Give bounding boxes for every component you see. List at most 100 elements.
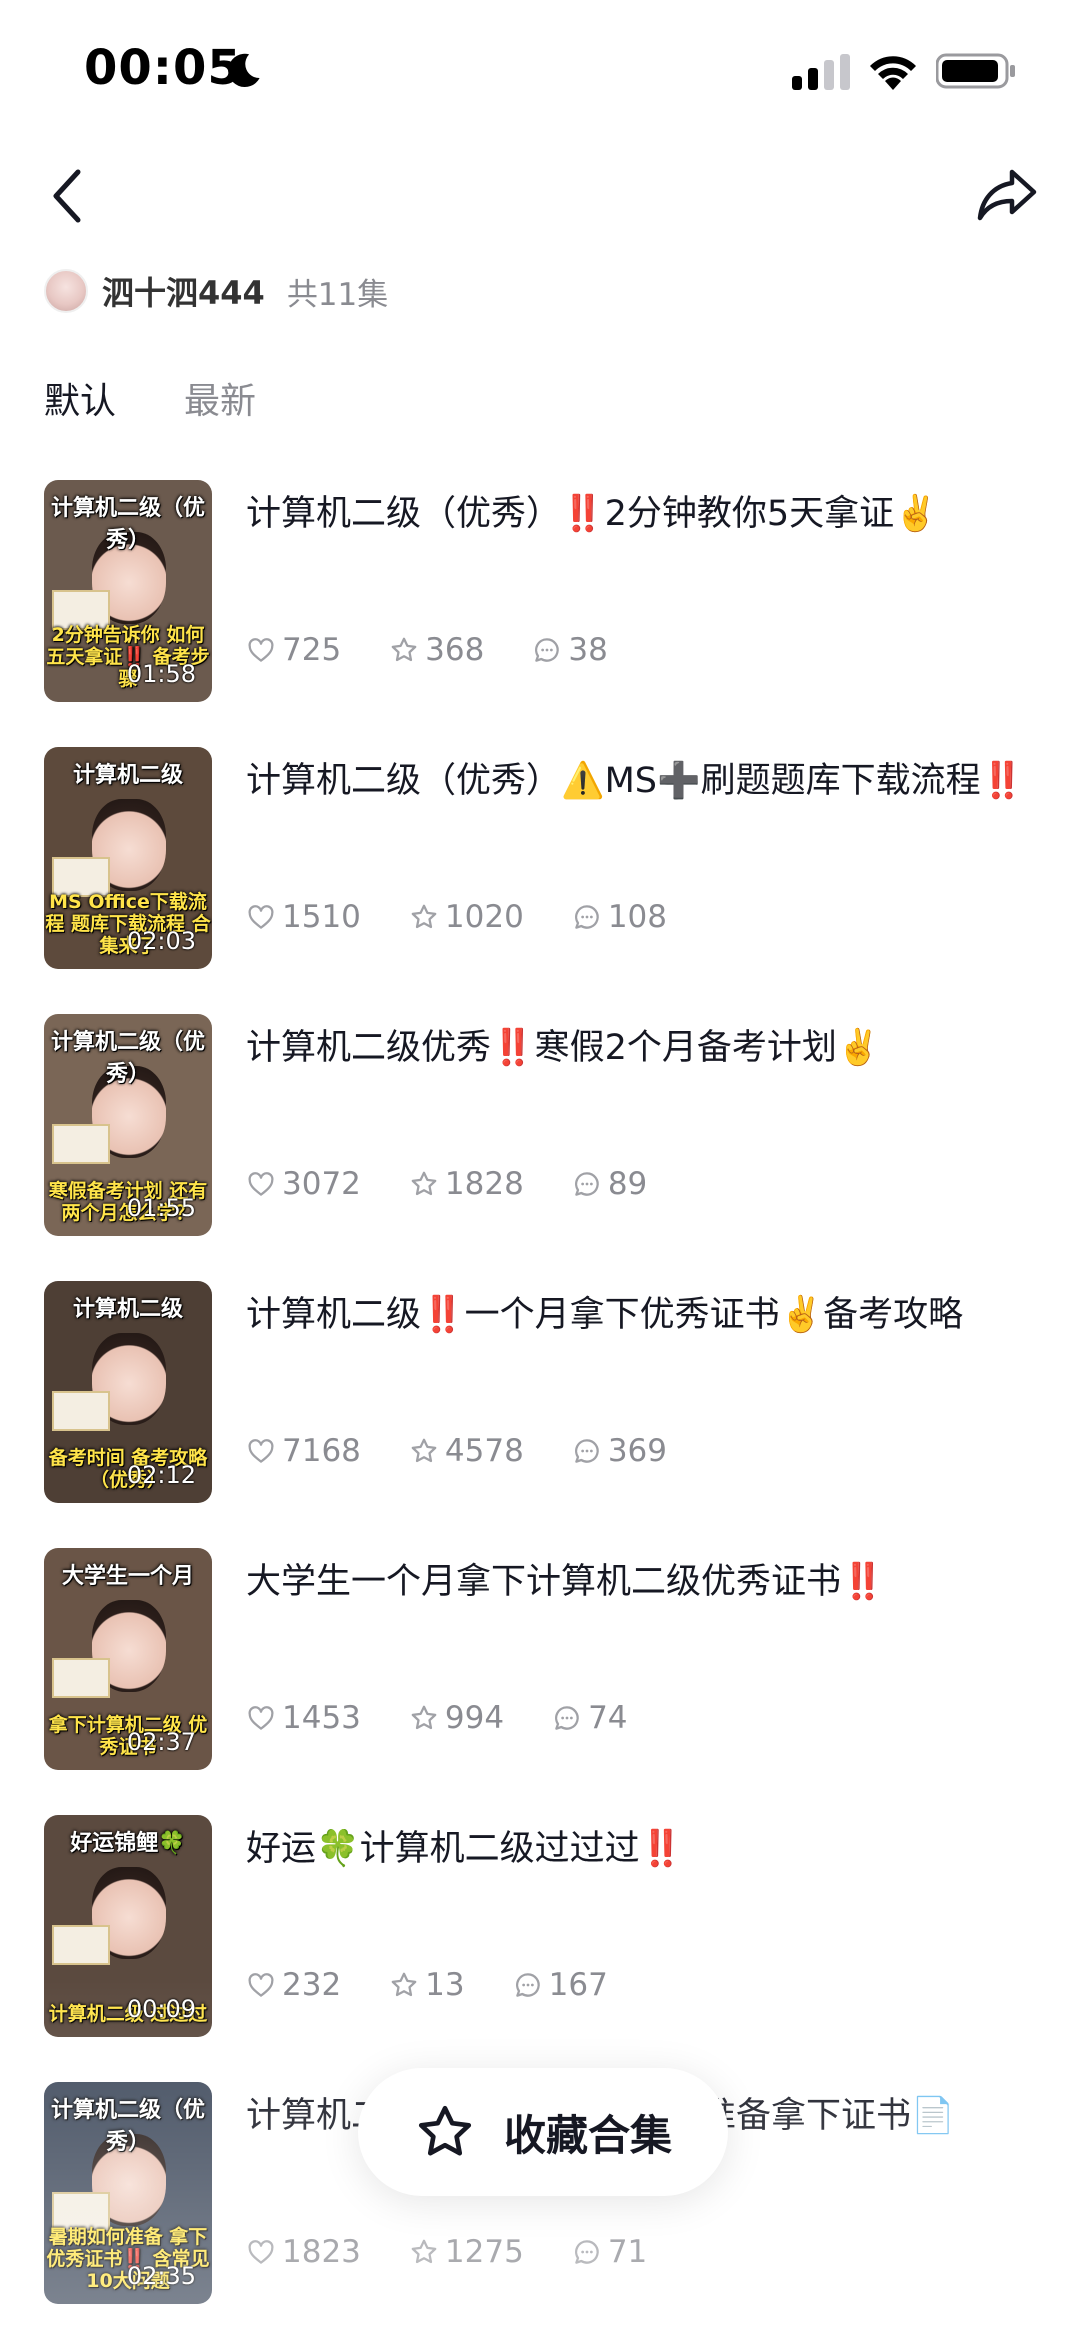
thumbnail-certificate [52, 1124, 110, 1164]
thumbnail-certificate [52, 1925, 110, 1965]
list-item[interactable]: 计算机二级（优秀） 2分钟告诉你 如何五天拿证‼️ 备考步骤 01:58 计算机二级（… [44, 480, 1044, 747]
comment-icon [574, 2240, 599, 2264]
favorites-count: 4578 [444, 1433, 524, 1469]
author-row[interactable]: 泗十泗444 共11集 [44, 266, 388, 316]
comments-stat: 71 [572, 2234, 647, 2270]
tab-default[interactable]: 默认 [44, 372, 116, 424]
episode-list: 计算机二级（优秀） 2分钟告诉你 如何五天拿证‼️ 备考步骤 01:58 计算机二级（… [44, 480, 1044, 2337]
likes-count: 1823 [282, 2234, 361, 2270]
author-name[interactable]: 泗十泗444 [102, 268, 265, 314]
video-stats: 1823 1275 71 [246, 2234, 695, 2270]
thumbnail-caption-top: 大学生一个月 [61, 1564, 194, 1589]
favorites-stat: 1275 [409, 2234, 524, 2270]
favorites-stat: 994 [409, 1700, 504, 1736]
video-title[interactable]: 计算机二级（优秀）‼️2分钟教你5天拿证✌️ [246, 490, 1076, 538]
favorites-count: 1275 [444, 2234, 524, 2270]
thumbnail-caption-top: 计算机二级 [72, 1297, 183, 1322]
star-outline-icon [411, 1438, 437, 1463]
heart-icon [248, 1973, 274, 1997]
video-thumbnail[interactable]: 好运锦鲤🍀 计算机二级 过过过 00:09 [44, 1815, 212, 2037]
video-duration: 01:55 [126, 1194, 196, 1222]
favorites-stat: 13 [389, 1967, 465, 2003]
video-title[interactable]: 计算机二级（优秀）⚠️MS➕刷题题库下载流程‼️ [246, 757, 1076, 805]
video-title[interactable]: 好运🍀计算机二级过过过‼️ [246, 1825, 1076, 1873]
sort-tabs: 默认 最新 [44, 372, 324, 424]
favorites-stat: 1020 [409, 899, 524, 935]
thumbnail-caption-top: 计算机二级（优秀） [50, 2098, 205, 2155]
video-thumbnail[interactable]: 计算机二级（优秀） 暑期如何准备 拿下优秀证书‼️ 含常见10大问题 02:35 [44, 2082, 212, 2304]
video-duration: 01:58 [126, 660, 196, 688]
video-thumbnail[interactable]: 计算机二级 备考时间 备考攻略（优秀） 02:12 [44, 1281, 212, 1503]
video-thumbnail[interactable]: 计算机二级（优秀） 寒假备考计划 还有两个月怎么学？ 01:55 [44, 1014, 212, 1236]
favorites-stat: 1828 [409, 1166, 524, 1202]
list-item[interactable]: 大学生一个月 拿下计算机二级 优秀证书 02:37 大学生一个月拿下计算机二级优秀证书… [44, 1548, 1044, 1815]
star-outline-icon [411, 904, 437, 929]
comment-icon [574, 905, 599, 929]
star-outline-icon [391, 1972, 417, 1997]
likes-stat: 3072 [246, 1166, 361, 1202]
favorites-count: 1828 [444, 1166, 524, 1202]
thumbnail-certificate [52, 1658, 110, 1698]
video-stats: 1453 994 74 [246, 1700, 676, 1736]
likes-count: 232 [282, 1967, 342, 2003]
share-button[interactable] [972, 160, 1042, 232]
comments-stat: 89 [572, 1166, 647, 1202]
comments-count: 71 [607, 2234, 648, 2270]
tab-latest[interactable]: 最新 [184, 372, 256, 424]
comment-icon [515, 1973, 540, 1997]
battery-icon [936, 53, 1015, 89]
heart-icon [248, 1439, 274, 1463]
favorites-count: 13 [425, 1967, 465, 2003]
star-outline-icon [411, 1171, 437, 1196]
share-arrow-icon [977, 169, 1037, 221]
list-item[interactable]: 计算机二级（优秀） 寒假备考计划 还有两个月怎么学？ 01:55 计算机二级优秀‼️寒… [44, 1014, 1044, 1281]
star-outline-icon [411, 1705, 437, 1730]
comments-stat: 74 [552, 1700, 628, 1736]
video-title[interactable]: 大学生一个月拿下计算机二级优秀证书‼️ [246, 1558, 1076, 1606]
video-stats: 3072 1828 89 [246, 1166, 695, 1202]
avatar[interactable] [44, 269, 88, 313]
video-thumbnail[interactable]: 计算机二级（优秀） 2分钟告诉你 如何五天拿证‼️ 备考步骤 01:58 [44, 480, 212, 702]
list-item[interactable]: 好运锦鲤🍀 计算机二级 过过过 00:09 好运🍀计算机二级过过过‼️ 232 13 167 [44, 1815, 1044, 2082]
list-item[interactable]: 计算机二级 备考时间 备考攻略（优秀） 02:12 计算机二级‼️一个月拿下优秀证书✌… [44, 1281, 1044, 1548]
comment-icon [535, 638, 560, 662]
episode-count: 共11集 [286, 276, 389, 313]
comments-stat: 38 [532, 632, 608, 668]
video-duration: 02:03 [126, 927, 196, 955]
comment-icon [574, 1172, 599, 1196]
thumbnail-caption-top: 计算机二级 [72, 763, 183, 788]
star-outline-icon [391, 637, 417, 662]
video-stats: 1510 1020 108 [246, 899, 715, 935]
signal-icon [792, 54, 850, 90]
thumbnail-caption-top: 计算机二级（优秀） [50, 1030, 205, 1087]
chevron-left-icon [53, 169, 81, 223]
status-time: 00:05 [84, 40, 242, 96]
list-item[interactable]: 计算机二级 MS Office下载流程 题库下载流程 合集来了 02:03 计算机二级… [44, 747, 1044, 1014]
star-outline-icon [411, 2239, 437, 2264]
comments-count: 167 [548, 1967, 608, 2003]
video-title[interactable]: 计算机二级优秀‼️寒假2个月备考计划✌️ [246, 1024, 1076, 1072]
comment-icon [555, 1706, 579, 1730]
video-thumbnail[interactable]: 大学生一个月 拿下计算机二级 优秀证书 02:37 [44, 1548, 212, 1770]
video-title[interactable]: 计算机二级‼️一个月拿下优秀证书✌️备考攻略 [246, 1291, 1076, 1339]
comments-stat: 369 [572, 1433, 667, 1469]
comments-stat: 108 [572, 899, 667, 935]
video-duration: 02:37 [126, 1728, 196, 1756]
thumbnail-certificate [52, 1391, 110, 1431]
favorites-stat: 4578 [409, 1433, 524, 1469]
likes-count: 7168 [282, 1433, 361, 1469]
video-thumbnail[interactable]: 计算机二级 MS Office下载流程 题库下载流程 合集来了 02:03 [44, 747, 212, 969]
comments-count: 74 [588, 1700, 628, 1736]
star-icon [418, 2105, 472, 2156]
collect-label: 收藏合集 [503, 2110, 672, 2160]
comments-count: 89 [607, 1166, 648, 1202]
heart-icon [248, 1172, 274, 1196]
heart-icon [248, 638, 274, 662]
likes-count: 725 [282, 632, 342, 668]
back-button[interactable] [40, 160, 92, 232]
likes-count: 1510 [282, 899, 361, 935]
collect-collection-button[interactable]: 收藏合集 [358, 2068, 728, 2196]
likes-stat: 232 [246, 1967, 341, 2003]
heart-icon [248, 905, 274, 929]
likes-stat: 1453 [246, 1700, 361, 1736]
